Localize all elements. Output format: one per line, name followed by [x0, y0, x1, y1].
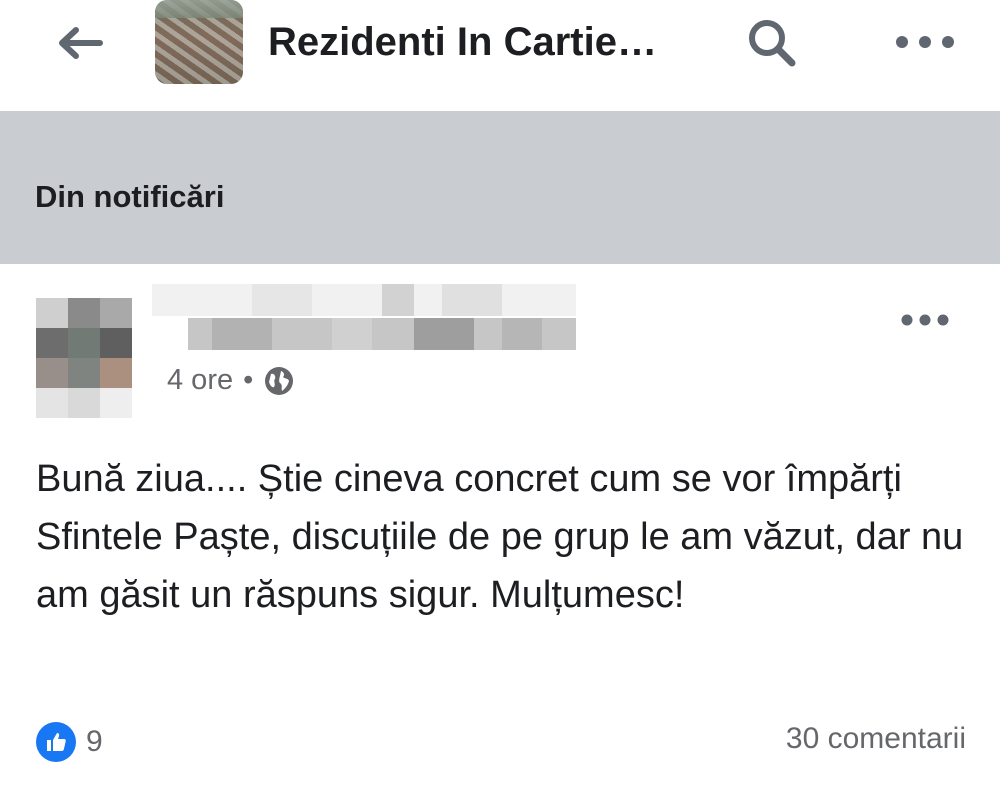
group-title[interactable]: Rezidenti In Cartie… — [268, 14, 657, 70]
author-name-redacted — [152, 284, 576, 354]
more-horizontal-icon — [901, 314, 949, 326]
comments-count-link[interactable]: 30 comentarii — [786, 722, 966, 756]
post-meta: 4 ore • — [167, 364, 295, 397]
search-icon — [749, 20, 796, 67]
more-horizontal-icon — [896, 36, 954, 48]
back-button[interactable] — [50, 18, 110, 68]
reaction-count: 9 — [86, 725, 103, 758]
globe-icon — [265, 366, 294, 395]
like-reaction-icon — [36, 722, 76, 762]
notification-label: Din notificări — [35, 179, 225, 214]
arrow-left-icon — [59, 27, 103, 59]
top-bar: Rezidenti In Cartie… — [0, 0, 1000, 111]
notification-banner: Din notificări — [0, 111, 1000, 264]
post-body-text: Bună ziua.... Știe cineva concret cum se… — [36, 458, 964, 616]
author-avatar[interactable] — [36, 298, 132, 418]
post-time[interactable]: 4 ore — [167, 364, 233, 397]
meta-separator: • — [243, 364, 254, 396]
more-options-button[interactable] — [890, 20, 960, 64]
group-avatar[interactable] — [155, 0, 243, 84]
reactions-summary[interactable]: 9 — [36, 722, 103, 762]
post-options-button[interactable] — [890, 302, 960, 338]
thumbs-up-icon — [47, 733, 66, 751]
post-card: 4 ore • Bună ziua.... Știe cineva concre… — [0, 264, 1000, 794]
search-button[interactable] — [740, 15, 804, 71]
